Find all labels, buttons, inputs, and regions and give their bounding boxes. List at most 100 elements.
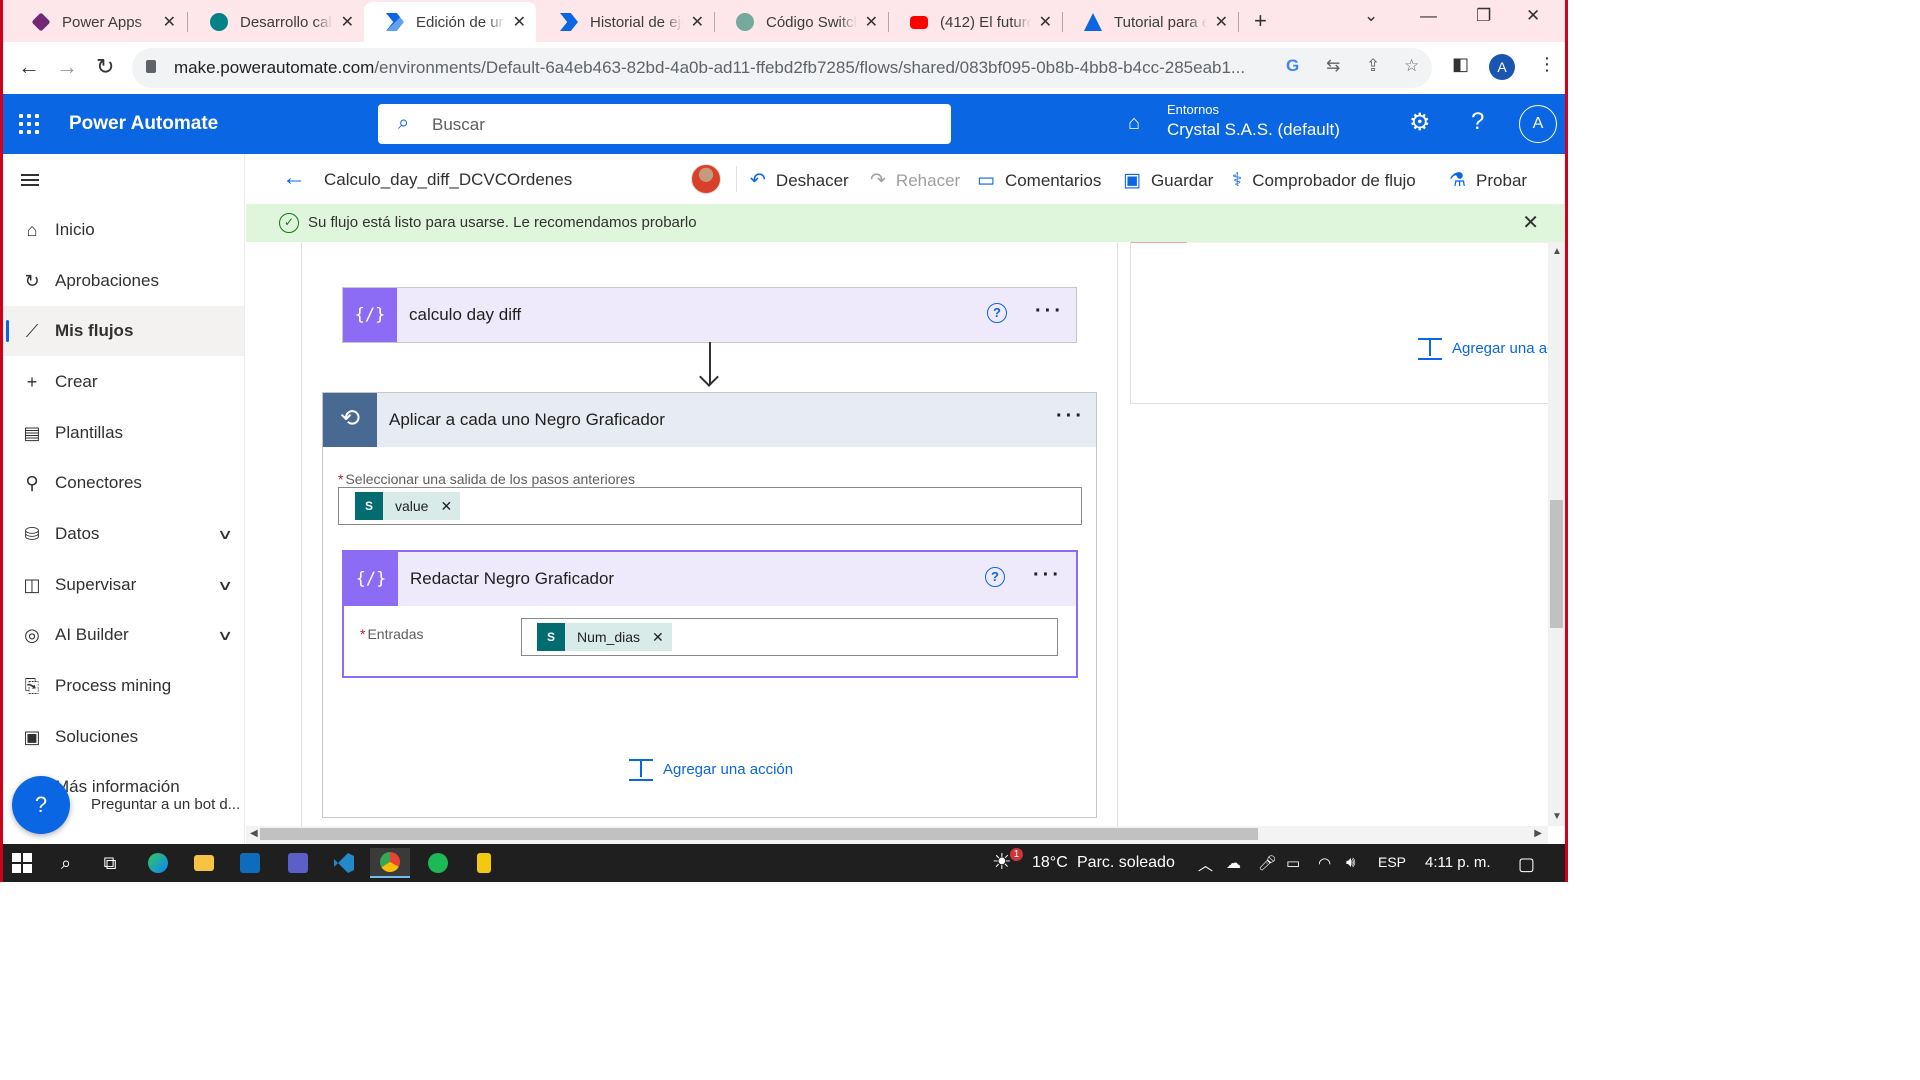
translate-icon[interactable]: ⇆	[1326, 56, 1340, 76]
search-icon[interactable]: ⌕	[46, 848, 86, 878]
nav-item-datos[interactable]: ⛁ Datos ∨	[3, 509, 244, 559]
close-icon[interactable]: ✕	[1522, 210, 1539, 235]
remove-token-icon[interactable]: ✕	[652, 629, 664, 646]
nav-item-aprobaciones[interactable]: ↻ Aprobaciones	[3, 256, 244, 306]
window-close-icon[interactable]: ✕	[1526, 6, 1540, 26]
scroll-thumb[interactable]	[1550, 500, 1563, 628]
nav-item-mis-flujos[interactable]: ⟋ Mis flujos	[3, 306, 244, 356]
owner-avatar[interactable]	[691, 164, 721, 194]
more-options-icon[interactable]: ···	[1035, 300, 1064, 323]
chevron-down-icon[interactable]: ∨	[217, 627, 233, 644]
tab-youtube[interactable]: (412) El futuro ✕	[888, 2, 1062, 42]
chevron-down-icon[interactable]: ∨	[217, 526, 233, 543]
outlook-icon[interactable]	[230, 848, 270, 878]
nav-item-conectores[interactable]: ⚲ Conectores	[3, 458, 244, 508]
hamburger-menu-icon[interactable]	[21, 174, 39, 186]
chevron-down-icon[interactable]: ∨	[217, 577, 233, 594]
remove-token-icon[interactable]: ✕	[440, 498, 452, 515]
close-icon[interactable]: ✕	[1215, 12, 1228, 32]
flow-designer-canvas[interactable]: Agregar una ac {∕} calculo day diff ? ··…	[246, 242, 1548, 826]
tab-search-icon[interactable]: ⌄	[1364, 6, 1378, 26]
share-icon[interactable]: ⇪	[1366, 56, 1380, 76]
side-panel-icon[interactable]: ◧	[1452, 54, 1469, 75]
back-icon[interactable]: ←	[18, 54, 40, 80]
forward-icon[interactable]: →	[56, 54, 78, 80]
reload-icon[interactable]: ↻	[96, 54, 114, 80]
comments-button[interactable]: ▭ Comentarios	[977, 169, 1101, 192]
back-arrow-icon[interactable]: ←	[282, 164, 306, 192]
help-icon[interactable]: ?	[985, 567, 1005, 587]
tab-historial[interactable]: Historial de ejecución ✕	[538, 2, 714, 42]
language-indicator[interactable]: ESP	[1378, 854, 1406, 870]
tab-edicion-flujo[interactable]: Edición de un flujo ✕	[364, 2, 536, 42]
weather-desc[interactable]: Parc. soleado	[1077, 854, 1175, 872]
chevron-up-icon[interactable]: ︿	[1198, 854, 1213, 875]
onedrive-icon[interactable]: ☁	[1226, 854, 1241, 872]
nav-item-plantillas[interactable]: ▤ Plantillas	[3, 408, 244, 458]
task-view-icon[interactable]: ⧉	[90, 848, 130, 878]
add-action-button-right[interactable]: Agregar una ac	[1418, 336, 1548, 360]
tab-codigo-switch[interactable]: Código Switch ✕	[714, 2, 888, 42]
search-input[interactable]: ⌕ Buscar	[378, 104, 951, 144]
teams-icon[interactable]	[278, 848, 318, 878]
restore-icon[interactable]: ❐	[1476, 6, 1491, 26]
compose-input-field[interactable]: S Num_dias ✕	[521, 618, 1058, 656]
weather-icon[interactable]: ☀	[992, 849, 1012, 875]
power-bi-icon[interactable]	[464, 848, 504, 878]
settings-gear-icon[interactable]: ⚙	[1409, 108, 1431, 137]
app-launcher-icon[interactable]	[19, 114, 39, 134]
app-title[interactable]: Power Automate	[69, 113, 218, 135]
more-options-icon[interactable]: ···	[1033, 564, 1062, 587]
tab-desarrollo[interactable]: Desarrollo calculo ✕	[188, 2, 364, 42]
environment-icon[interactable]: ⌂	[1128, 112, 1140, 135]
vscode-icon[interactable]	[324, 848, 364, 878]
close-icon[interactable]: ✕	[865, 12, 878, 32]
environment-value[interactable]: Crystal S.A.S. (default)	[1167, 120, 1340, 140]
microphone-icon[interactable]: 🎤︎	[1258, 854, 1277, 872]
address-bar[interactable]: make.powerautomate.com/environments/Defa…	[132, 48, 1432, 88]
nav-item-crear[interactable]: + Crear	[3, 357, 244, 407]
close-icon[interactable]: ✕	[1039, 12, 1052, 32]
nav-item-process-mining[interactable]: ⎘ Process mining	[3, 661, 244, 711]
add-action-button[interactable]: Agregar una acción	[629, 757, 793, 781]
chatbot-button[interactable]: ?	[12, 776, 70, 834]
loop-title[interactable]: Aplicar a cada uno Negro Graficador	[389, 410, 665, 430]
action-card-calculo-day-diff[interactable]: {∕} calculo day diff ? ···	[342, 287, 1077, 343]
nav-item-inicio[interactable]: ⌂ Inicio	[3, 205, 244, 255]
windows-start-icon[interactable]	[2, 848, 42, 878]
flow-checker-button[interactable]: ⚕ Comprobador de flujo	[1232, 169, 1416, 192]
minimize-icon[interactable]: —	[1420, 6, 1437, 26]
vertical-scrollbar[interactable]: ▲ ▼	[1548, 242, 1565, 826]
dynamic-token-num-dias[interactable]: S Num_dias ✕	[537, 623, 672, 651]
edge-icon[interactable]	[138, 848, 178, 878]
close-icon[interactable]: ✕	[163, 12, 176, 32]
action-title[interactable]: Redactar Negro Graficador	[410, 569, 614, 589]
save-button[interactable]: ▣ Guardar	[1123, 169, 1213, 192]
chrome-icon[interactable]	[370, 848, 410, 878]
scroll-thumb[interactable]	[260, 828, 1258, 840]
redo-button[interactable]: ↷ Rehacer	[870, 169, 960, 192]
loop-input-field[interactable]: S value ✕	[338, 487, 1082, 525]
scroll-right-icon[interactable]: ▶	[1534, 828, 1542, 839]
volume-icon[interactable]: 🔊︎	[1346, 854, 1355, 871]
more-options-icon[interactable]: ···	[1056, 405, 1085, 428]
bookmark-star-icon[interactable]: ☆	[1404, 56, 1419, 76]
battery-icon[interactable]: ▭	[1286, 854, 1300, 872]
environment-label[interactable]: Entornos	[1167, 102, 1219, 117]
file-explorer-icon[interactable]	[184, 848, 224, 878]
google-icon[interactable]: G	[1286, 56, 1299, 76]
clock[interactable]: 4:11 p. m.	[1425, 854, 1491, 871]
close-icon[interactable]: ✕	[513, 12, 526, 32]
url-text[interactable]: make.powerautomate.com/environments/Defa…	[174, 58, 1274, 78]
nav-item-supervisar[interactable]: ◫ Supervisar ∨	[3, 560, 244, 610]
scroll-left-icon[interactable]: ◀	[250, 828, 258, 839]
help-icon[interactable]: ?	[1471, 108, 1484, 136]
help-icon[interactable]: ?	[987, 303, 1007, 323]
close-icon[interactable]: ✕	[691, 12, 704, 32]
apply-to-each-card[interactable]: ⟲ Aplicar a cada uno Negro Graficador ··…	[322, 392, 1097, 818]
nav-item-ai-builder[interactable]: ◎ AI Builder ∨	[3, 610, 244, 660]
horizontal-scrollbar[interactable]: ◀ ▶	[246, 826, 1548, 844]
nav-item-soluciones[interactable]: ▣ Soluciones	[3, 712, 244, 762]
test-button[interactable]: ⚗ Probar	[1449, 169, 1527, 192]
close-icon[interactable]: ✕	[341, 12, 354, 32]
